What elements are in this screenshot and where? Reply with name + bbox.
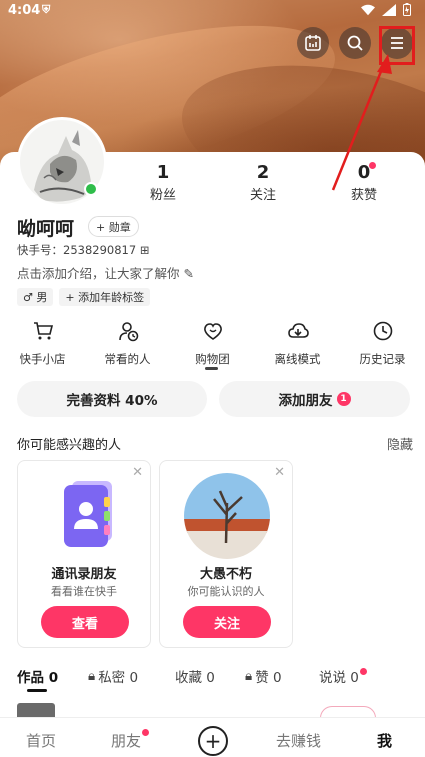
recommend-title: 你可能感兴趣的人: [17, 438, 122, 453]
scroll-indicator: [205, 367, 218, 370]
gender-tag[interactable]: ♂ 男: [17, 288, 54, 306]
func-shop-label: 快手小店: [19, 352, 66, 366]
close-icon[interactable]: ✕: [274, 465, 285, 480]
tab-private-label: 私密 0: [98, 670, 139, 686]
func-shop[interactable]: 快手小店: [0, 320, 85, 367]
plus-icon: +: [204, 729, 222, 753]
func-group[interactable]: 购物团: [170, 320, 255, 367]
recommend-sub: 你可能认识的人: [187, 585, 265, 598]
friends-notification-dot: [142, 729, 149, 736]
func-group-label: 购物团: [195, 352, 230, 366]
lock-icon: 🔒︎: [245, 668, 253, 684]
status-bar: 4:04 ⛨: [0, 0, 425, 24]
battery-icon: [403, 3, 411, 16]
stat-following-count: 2: [256, 162, 270, 183]
stat-following[interactable]: 2 关注: [228, 162, 298, 203]
stat-likes-count: 0: [357, 162, 371, 183]
menu-highlight-box: [379, 26, 415, 65]
complete-profile-button[interactable]: 完善资料 40%: [17, 381, 207, 417]
contacts-book-icon: [64, 481, 112, 547]
stat-following-label: 关注: [249, 188, 276, 203]
kuaishou-id[interactable]: 快手号：2538290817 ⊞: [17, 242, 149, 258]
wifi-icon: [361, 4, 375, 15]
profile-tags: ♂ 男 + 添加年龄标签: [17, 288, 151, 306]
add-age-tag[interactable]: + 添加年龄标签: [59, 288, 151, 306]
func-history[interactable]: 历史记录: [340, 320, 425, 367]
tab-favorites-label: 收藏 0: [175, 670, 215, 686]
close-icon[interactable]: ✕: [132, 465, 143, 480]
posts-notification-dot: [360, 668, 367, 675]
profile-intro[interactable]: 点击添加介绍，让大家了解你 ✎: [17, 263, 194, 282]
nav-me[interactable]: 我: [377, 730, 392, 751]
func-offline-label: 离线模式: [274, 352, 321, 366]
follow-button[interactable]: 关注: [183, 606, 271, 638]
recommend-name: 大愚不朽: [199, 567, 252, 582]
active-tab-indicator: [27, 689, 47, 692]
tab-works-label: 作品 0: [17, 670, 59, 686]
nav-friends[interactable]: 朋友: [111, 730, 141, 751]
stat-likes[interactable]: 0 获赞: [329, 162, 399, 203]
recommend-sub: 看看谁在快手: [51, 585, 117, 598]
heart-bag-icon: [203, 323, 222, 340]
func-offline[interactable]: 离线模式: [255, 320, 340, 367]
nav-home[interactable]: 首页: [26, 730, 56, 751]
func-frequent-label: 常看的人: [104, 352, 151, 366]
status-time: 4:04: [8, 3, 41, 18]
tab-posts-label: 说说 0: [319, 670, 359, 686]
tab-private[interactable]: 🔒︎ 私密 0: [88, 666, 138, 686]
recommend-card-contacts[interactable]: ✕ 通讯录朋友 看看谁在快手 查看: [17, 460, 151, 648]
add-friend-button[interactable]: 添加朋友 1: [219, 381, 410, 417]
tab-posts[interactable]: 说说 0: [319, 666, 359, 686]
signal-icon: [382, 3, 396, 16]
recommend-name: 通讯录朋友: [51, 567, 117, 582]
clock-icon: [373, 321, 392, 341]
person-clock-icon: [118, 322, 138, 342]
func-history-label: 历史记录: [359, 352, 406, 366]
tab-likes-label: 赞 0: [255, 670, 282, 686]
nav-earn[interactable]: 去赚钱: [276, 730, 321, 751]
stat-fans-count: 1: [156, 162, 170, 183]
recommend-hide-button[interactable]: 隐藏: [387, 434, 413, 453]
search-icon: [347, 35, 363, 51]
add-friend-label: 添加朋友: [278, 393, 333, 409]
view-button[interactable]: 查看: [41, 606, 129, 638]
user-avatar-image: [184, 473, 270, 559]
profile-name: 呦呵呵: [17, 218, 75, 240]
cart-icon: [33, 322, 53, 340]
cloud-download-icon: [287, 323, 309, 338]
medal-button[interactable]: + 勋章: [88, 216, 139, 237]
bottom-navigation: 首页 朋友 + 去赚钱 我: [0, 717, 425, 757]
func-frequent[interactable]: 常看的人: [85, 320, 170, 367]
function-shortcuts: 快手小店 常看的人 购物团 离线模式 历史记录: [0, 320, 425, 367]
calendar-icon: [305, 35, 321, 51]
search-button[interactable]: [339, 27, 371, 59]
add-friend-count-badge: 1: [336, 392, 351, 406]
tab-favorites[interactable]: 收藏 0: [175, 666, 215, 686]
tab-works[interactable]: 作品 0: [17, 666, 58, 686]
calendar-button[interactable]: [297, 27, 329, 59]
recommend-card-user[interactable]: ✕ 大愚不朽 你可能认识的人 关注: [159, 460, 293, 648]
create-plus-button[interactable]: +: [198, 726, 228, 756]
stat-likes-label: 获赞: [350, 188, 377, 203]
likes-notification-dot: [369, 162, 376, 169]
tab-likes[interactable]: 🔒︎ 赞 0: [245, 666, 282, 686]
lock-icon: 🔒︎: [88, 668, 96, 684]
shield-icon: ⛨: [42, 3, 51, 16]
stat-fans[interactable]: 1 粉丝: [128, 162, 198, 203]
online-status-dot: [84, 182, 98, 196]
stat-fans-label: 粉丝: [149, 188, 176, 203]
